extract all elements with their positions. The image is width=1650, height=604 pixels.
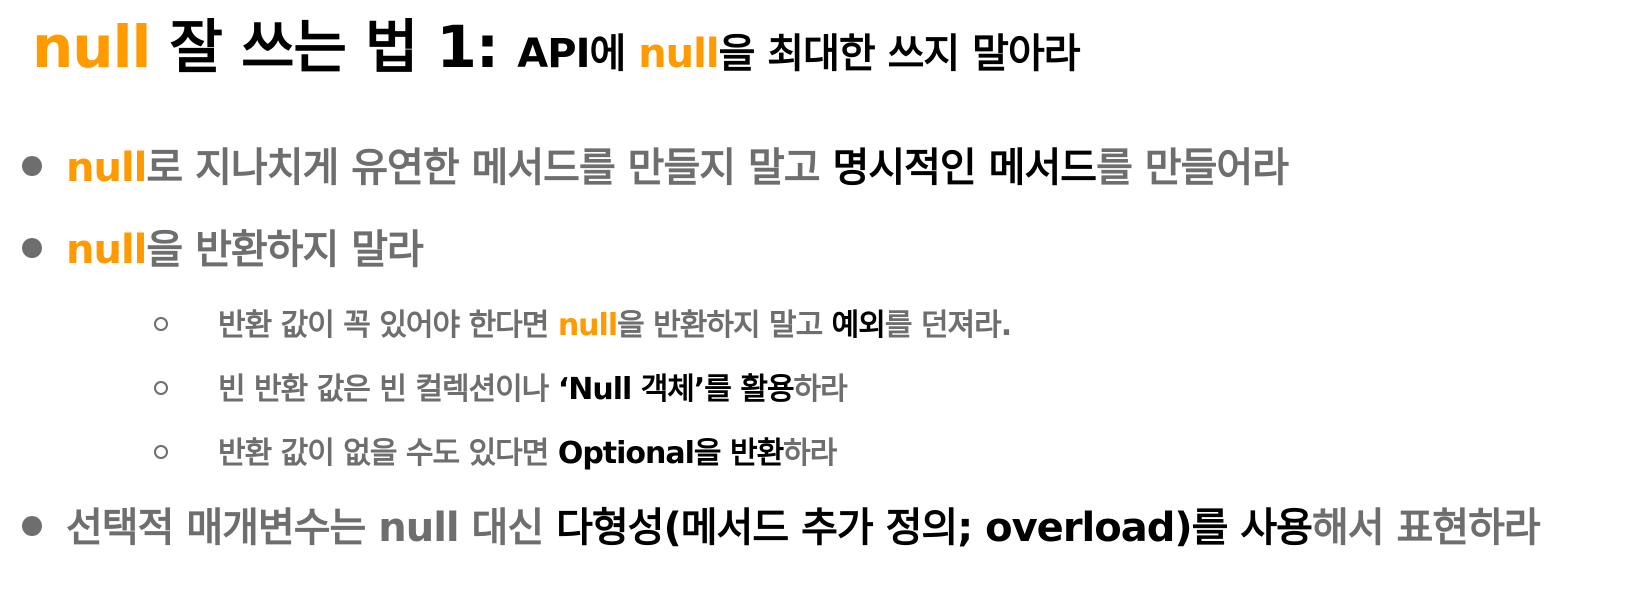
bullet-text: 을 반환하지 말라 [146,227,423,273]
null-keyword: null [66,227,147,273]
bullet-text: 반환 값이 꼭 있어야 한다면 [218,308,558,343]
sub-bullet-optional: 반환 값이 없을 수도 있다면 Optional을 반환하라 [154,436,837,471]
sub-bullet-empty-collection: 빈 반환 값은 빈 컬렉션이나 ‘Null 객체’를 활용하라 [154,372,848,407]
bullet-text: 을 반환하지 말고 [617,308,832,343]
bullet-text: 를 던져라. [884,308,1012,343]
bullet-emphasis: 다형성(메서드 추가 정의; overload)를 사용 [556,505,1313,551]
bullet-text: 하라 [793,372,848,407]
bullet-explicit-methods: null로 지나치게 유연한 메서드를 만들지 말고 명시적인 메서드를 만들어… [22,145,1289,191]
bullet-text: 선택적 매개변수는 null 대신 [66,505,557,551]
bullet-emphasis: ‘Null 객체’를 활용 [557,372,795,407]
bullet-text: 해서 표현하라 [1311,505,1541,551]
title-sub-part2: 을 최대한 쓰지 말아라 [718,31,1081,77]
null-keyword: null [66,145,147,191]
bullet-text: 빈 반환 값은 빈 컬렉션이나 [218,372,558,407]
slide-title: null 잘 쓰는 법 1: API에 null을 최대한 쓰지 말아라 [32,18,1081,77]
filled-bullet-icon [22,516,42,536]
bullet-text: 반환 값이 없을 수도 있다면 [218,436,558,471]
title-sub-part1: API에 [517,31,639,77]
bullet-text: 로 지나치게 유연한 메서드를 만들지 말고 [146,145,833,191]
bullet-emphasis: Optional을 반환 [557,436,784,471]
bullet-text: 를 만들어라 [1096,145,1289,191]
sub-bullet-throw-exception: 반환 값이 꼭 있어야 한다면 null을 반환하지 말고 예외를 던져라. [154,308,1012,343]
hollow-bullet-icon [154,444,168,459]
hollow-bullet-icon [154,380,168,395]
bullet-text: 하라 [783,436,837,471]
null-keyword: null [557,308,618,343]
bullet-no-null-return: null을 반환하지 말라 [22,227,424,273]
title-main: 잘 쓰는 법 1: [150,13,518,81]
bullet-overload: 선택적 매개변수는 null 대신 다형성(메서드 추가 정의; overloa… [22,505,1541,551]
filled-bullet-icon [22,156,42,176]
hollow-bullet-icon [154,316,168,331]
bullet-emphasis: 예외 [831,308,886,343]
title-sub-null: null [638,31,719,77]
filled-bullet-icon [22,238,42,258]
title-null-keyword: null [32,13,151,81]
bullet-emphasis: 명시적인 메서드 [832,145,1098,191]
